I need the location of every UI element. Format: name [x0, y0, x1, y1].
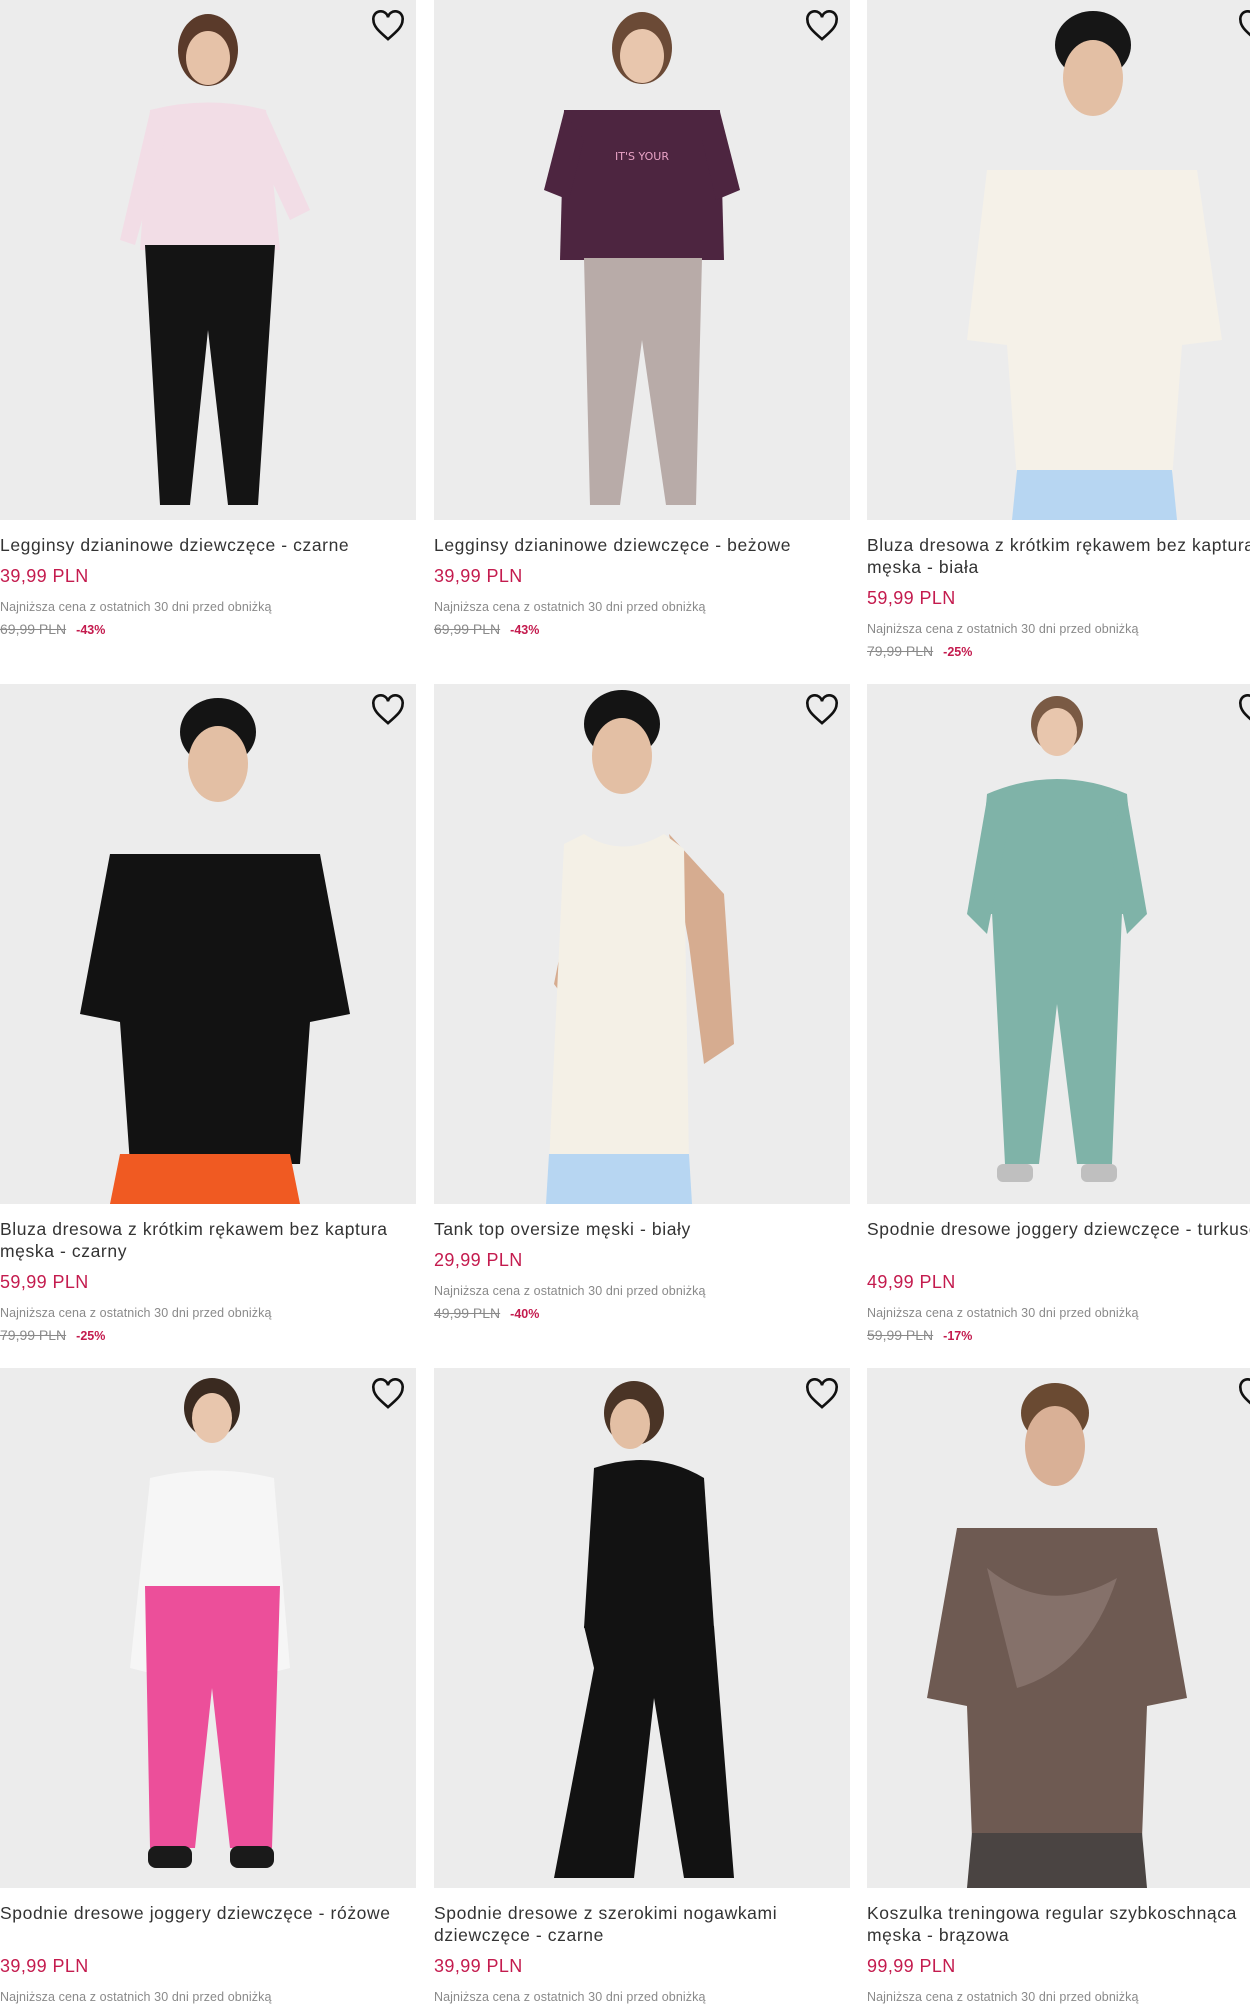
old-price-row: 69,99 PLN -43% — [0, 621, 105, 637]
discount-badge: -40% — [510, 1307, 540, 1321]
product-image[interactable] — [867, 0, 1250, 520]
heart-outline-icon[interactable] — [370, 694, 406, 726]
lowest-price-label: Najniższa cena z ostatnich 30 dni przed … — [434, 600, 706, 614]
product-price: 99,99 PLN — [867, 1956, 956, 1976]
product-image[interactable] — [0, 0, 416, 520]
product-photo — [867, 1368, 1250, 1888]
lowest-price-label: Najniższa cena z ostatnich 30 dni przed … — [0, 1990, 272, 2004]
old-price-row: 69,99 PLN -43% — [434, 621, 539, 637]
product-title[interactable]: Spodnie dresowe z szerokimi nogawkami dz… — [434, 1902, 850, 1946]
product-price: 39,99 PLN — [434, 1956, 523, 1976]
product-price: 59,99 PLN — [0, 1272, 89, 1292]
lowest-price-label: Najniższa cena z ostatnich 30 dni przed … — [434, 1284, 706, 1298]
product-photo — [0, 684, 416, 1204]
product-price: 39,99 PLN — [0, 1956, 89, 1976]
svg-text:IT'S YOUR: IT'S YOUR — [615, 150, 669, 163]
product-title[interactable]: Bluza dresowa z krótkim rękawem bez kapt… — [0, 1218, 416, 1262]
old-price-row: 79,99 PLN -25% — [0, 1327, 105, 1343]
product-title[interactable]: Legginsy dzianinowe dziewczęce - beżowe — [434, 534, 850, 556]
product-price: 39,99 PLN — [0, 566, 89, 586]
heart-outline-icon[interactable] — [804, 694, 840, 726]
product-title[interactable]: Legginsy dzianinowe dziewczęce - czarne — [0, 534, 416, 556]
heart-outline-icon[interactable] — [1237, 1378, 1250, 1410]
product-title[interactable]: Bluza dresowa z krótkim rękawem bez kapt… — [867, 534, 1250, 578]
product-photo — [434, 1368, 850, 1888]
product-photo — [434, 684, 850, 1204]
lowest-price-label: Najniższa cena z ostatnich 30 dni przed … — [867, 622, 1139, 636]
old-price: 79,99 PLN — [0, 1327, 67, 1343]
product-price: 39,99 PLN — [434, 566, 523, 586]
product-title[interactable]: Spodnie dresowe joggery dziewczęce - róż… — [0, 1902, 416, 1924]
old-price-row: 79,99 PLN -25% — [867, 643, 972, 659]
old-price: 59,99 PLN — [867, 1327, 934, 1343]
lowest-price-label: Najniższa cena z ostatnich 30 dni przed … — [0, 1306, 272, 1320]
product-title[interactable]: Spodnie dresowe joggery dziewczęce - tur… — [867, 1218, 1250, 1240]
heart-outline-icon[interactable] — [804, 1378, 840, 1410]
discount-badge: -25% — [943, 645, 973, 659]
heart-outline-icon[interactable] — [1237, 694, 1250, 726]
product-image[interactable] — [0, 1368, 416, 1888]
product-title[interactable]: Koszulka treningowa regular szybkoschnąc… — [867, 1902, 1250, 1946]
product-photo: IT'S YOUR — [434, 0, 850, 520]
discount-badge: -43% — [510, 623, 540, 637]
lowest-price-label: Najniższa cena z ostatnich 30 dni przed … — [0, 600, 272, 614]
discount-badge: -17% — [943, 1329, 973, 1343]
discount-badge: -43% — [76, 623, 106, 637]
old-price: 69,99 PLN — [434, 621, 501, 637]
product-price: 59,99 PLN — [867, 588, 956, 608]
heart-outline-icon[interactable] — [804, 10, 840, 42]
lowest-price-label: Najniższa cena z ostatnich 30 dni przed … — [434, 1990, 706, 2004]
lowest-price-label: Najniższa cena z ostatnich 30 dni przed … — [867, 1990, 1139, 2004]
product-image[interactable] — [434, 684, 850, 1204]
product-image[interactable]: IT'S YOUR — [434, 0, 850, 520]
lowest-price-label: Najniższa cena z ostatnich 30 dni przed … — [867, 1306, 1139, 1320]
heart-outline-icon[interactable] — [370, 10, 406, 42]
product-price: 49,99 PLN — [867, 1272, 956, 1292]
old-price: 69,99 PLN — [0, 621, 67, 637]
heart-outline-icon[interactable] — [370, 1378, 406, 1410]
old-price: 49,99 PLN — [434, 1305, 501, 1321]
product-title[interactable]: Tank top oversize męski - biały — [434, 1218, 850, 1240]
heart-outline-icon[interactable] — [1237, 10, 1250, 42]
product-photo — [0, 1368, 416, 1888]
product-image[interactable] — [867, 684, 1250, 1204]
old-price-row: 59,99 PLN -17% — [867, 1327, 972, 1343]
old-price: 79,99 PLN — [867, 643, 934, 659]
product-price: 29,99 PLN — [434, 1250, 523, 1270]
old-price-row: 49,99 PLN -40% — [434, 1305, 539, 1321]
product-photo — [867, 684, 1250, 1204]
product-image[interactable] — [867, 1368, 1250, 1888]
product-photo — [867, 0, 1250, 520]
product-image[interactable] — [434, 1368, 850, 1888]
discount-badge: -25% — [76, 1329, 106, 1343]
product-image[interactable] — [0, 684, 416, 1204]
product-photo — [0, 0, 416, 520]
